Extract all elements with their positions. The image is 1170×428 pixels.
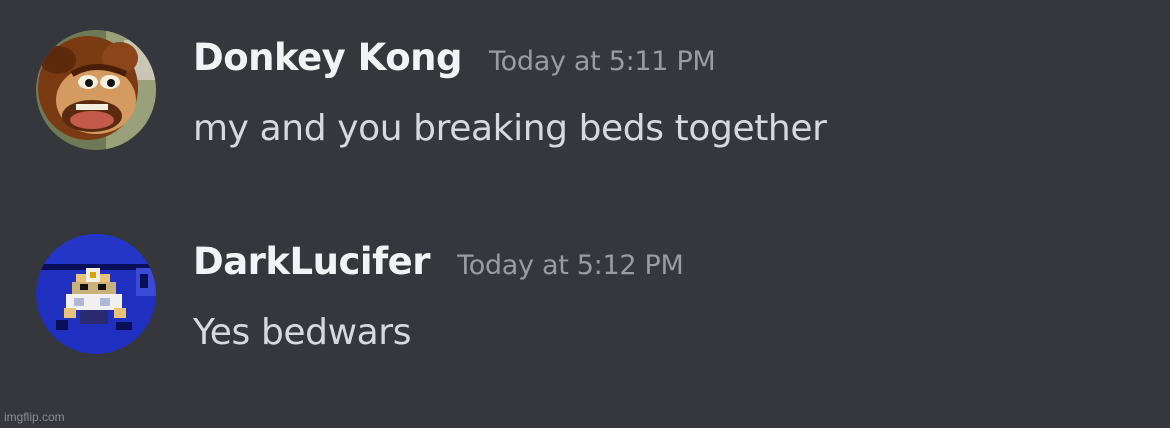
timestamp: Today at 5:12 PM (457, 250, 684, 281)
message-header: Donkey Kong Today at 5:11 PM (193, 36, 716, 86)
message-content: Yes bedwars (193, 312, 412, 353)
message-header: DarkLucifer Today at 5:12 PM (193, 240, 684, 290)
message: DarkLucifer Today at 5:12 PM Yes bedwars (0, 232, 1170, 382)
chat-log: Donkey Kong Today at 5:11 PM my and you … (0, 0, 1170, 428)
username[interactable]: DarkLucifer (193, 240, 431, 283)
pixel-character-avatar[interactable] (36, 234, 156, 354)
username[interactable]: Donkey Kong (193, 36, 462, 79)
message: Donkey Kong Today at 5:11 PM my and you … (0, 28, 1170, 178)
donkey-kong-avatar-icon (36, 30, 156, 150)
pixel-character-avatar-icon (36, 234, 156, 354)
timestamp: Today at 5:11 PM (489, 46, 716, 77)
message-content: my and you breaking beds together (193, 108, 827, 149)
donkey-kong-avatar[interactable] (36, 30, 156, 150)
watermark: imgflip.com (4, 410, 65, 424)
